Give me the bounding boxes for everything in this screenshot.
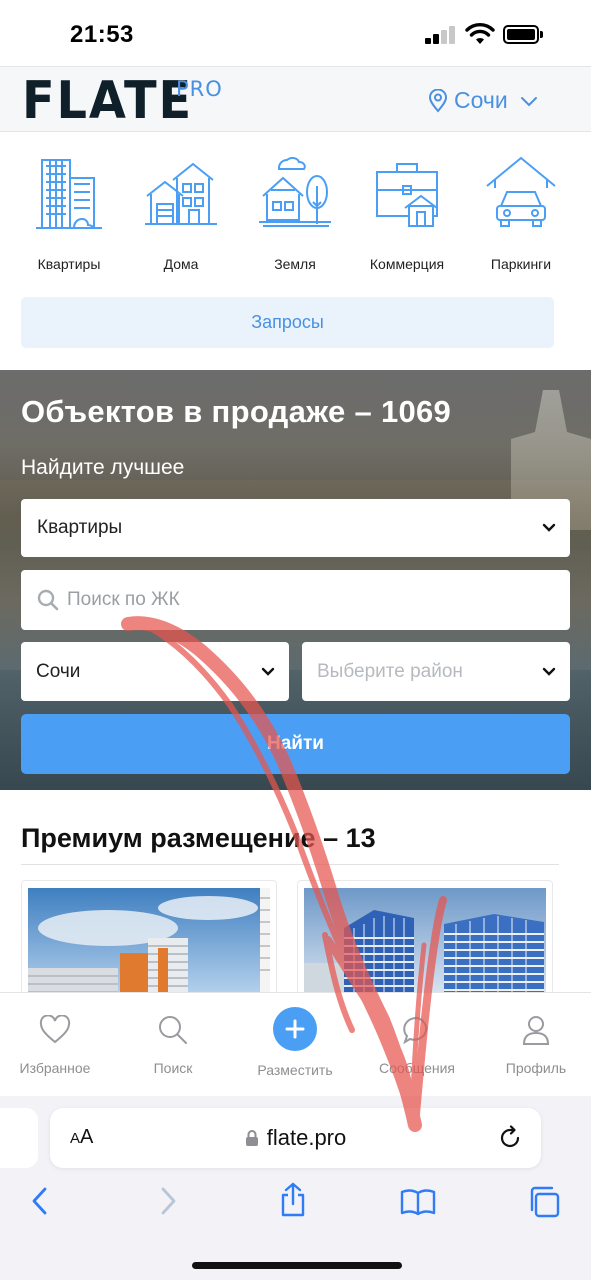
battery-cap <box>540 31 543 38</box>
chevron-down-icon <box>542 667 556 676</box>
home-indicator <box>192 1262 402 1269</box>
tab-label: Избранное <box>19 1060 91 1076</box>
tab-label: Сообщения <box>379 1060 455 1076</box>
tab-search[interactable]: Поиск <box>114 993 232 1097</box>
city-select-value: Сочи <box>36 660 81 682</box>
category-houses[interactable]: Дома <box>122 150 240 280</box>
city-select[interactable]: Сочи <box>21 642 289 701</box>
site-header: FLATE PRO Сочи <box>0 66 591 132</box>
tab-label: Разместить <box>257 1062 333 1078</box>
profile-icon <box>522 1016 550 1045</box>
browser-chrome: AA flate.pro <box>0 1096 591 1280</box>
city-selector-label: Сочи <box>454 87 508 113</box>
search-icon <box>159 1016 187 1044</box>
parking-icon <box>486 156 556 227</box>
back-icon[interactable] <box>30 1186 50 1216</box>
premium-section-title: Премиум размещение – 13 <box>21 823 376 853</box>
tab-messages[interactable]: Сообщения <box>358 993 476 1097</box>
reload-icon[interactable] <box>497 1125 523 1151</box>
complex-search-input[interactable]: Поиск по ЖК <box>21 570 570 630</box>
land-icon <box>259 156 331 227</box>
premium-listing-card[interactable] <box>297 880 553 1000</box>
commercial-icon <box>376 163 438 227</box>
chevron-down-icon <box>520 96 537 106</box>
url-display: flate.pro <box>50 1108 541 1168</box>
district-select-placeholder: Выберите район <box>317 660 463 682</box>
category-label: Коммерция <box>369 256 445 272</box>
chevron-down-icon <box>542 523 556 532</box>
property-type-value: Квартиры <box>37 517 123 538</box>
heart-icon <box>39 1015 71 1044</box>
category-land[interactable]: Земля <box>236 150 354 280</box>
property-type-select[interactable]: Квартиры <box>21 499 570 557</box>
address-bar[interactable]: AA flate.pro <box>50 1108 541 1168</box>
requests-button[interactable]: Запросы <box>21 297 554 348</box>
tab-favorites[interactable]: Избранное <box>0 993 114 1097</box>
logo-pro-badge: PRO <box>176 77 223 101</box>
district-select[interactable]: Выберите район <box>302 642 570 701</box>
category-row: Квартиры Дома Земля Коммерция Паркинги <box>0 150 591 280</box>
cellular-signal-icon <box>425 26 457 44</box>
url-text: flate.pro <box>266 1125 347 1150</box>
category-parking[interactable]: Паркинги <box>462 150 580 280</box>
previous-tab-preview[interactable] <box>0 1108 38 1168</box>
house-icon <box>145 162 217 225</box>
forward-icon[interactable] <box>158 1186 178 1216</box>
category-label: Дома <box>163 256 199 272</box>
logo[interactable]: FLATE <box>22 71 193 131</box>
add-listing-button[interactable] <box>273 1007 317 1051</box>
chat-icon <box>403 1016 428 1045</box>
hero-subtitle: Найдите лучшее <box>21 456 185 479</box>
listing-count-title: Объектов в продаже – 1069 <box>21 394 452 429</box>
listing-photo <box>28 888 270 999</box>
tab-add-listing[interactable]: Разместить <box>236 993 354 1097</box>
status-time: 21:53 <box>70 21 134 48</box>
wifi-icon <box>465 23 495 44</box>
category-label: Паркинги <box>490 256 552 272</box>
find-button[interactable]: Найти <box>21 714 570 774</box>
search-icon <box>37 589 59 611</box>
category-label: Квартиры <box>37 256 101 272</box>
complex-search-placeholder: Поиск по ЖК <box>67 589 180 610</box>
hero-search-section: Объектов в продаже – 1069 Найдите лучшее… <box>0 370 591 790</box>
battery-icon <box>503 25 539 44</box>
tab-profile[interactable]: Профиль <box>477 993 591 1097</box>
chevron-down-icon <box>261 667 275 676</box>
tabs-icon[interactable] <box>527 1185 561 1219</box>
category-apartments[interactable]: Квартиры <box>10 150 128 280</box>
tab-label: Профиль <box>505 1060 567 1076</box>
apartments-icon <box>36 159 102 229</box>
status-bar: 21:53 <box>0 0 591 66</box>
category-commercial[interactable]: Коммерция <box>348 150 466 280</box>
plus-icon <box>285 1019 305 1039</box>
divider <box>21 864 559 865</box>
tab-label: Поиск <box>153 1060 193 1076</box>
lock-icon <box>245 1130 258 1146</box>
category-label: Земля <box>274 256 316 272</box>
bottom-tab-bar: Избранное Поиск Разместить Сообщения Про… <box>0 992 591 1096</box>
share-icon[interactable] <box>278 1182 308 1218</box>
listing-photo <box>304 888 546 999</box>
premium-listing-card[interactable] <box>21 880 277 1000</box>
location-pin-icon <box>428 88 448 113</box>
bookmarks-icon[interactable] <box>400 1188 436 1216</box>
city-selector[interactable]: Сочи <box>428 87 538 114</box>
